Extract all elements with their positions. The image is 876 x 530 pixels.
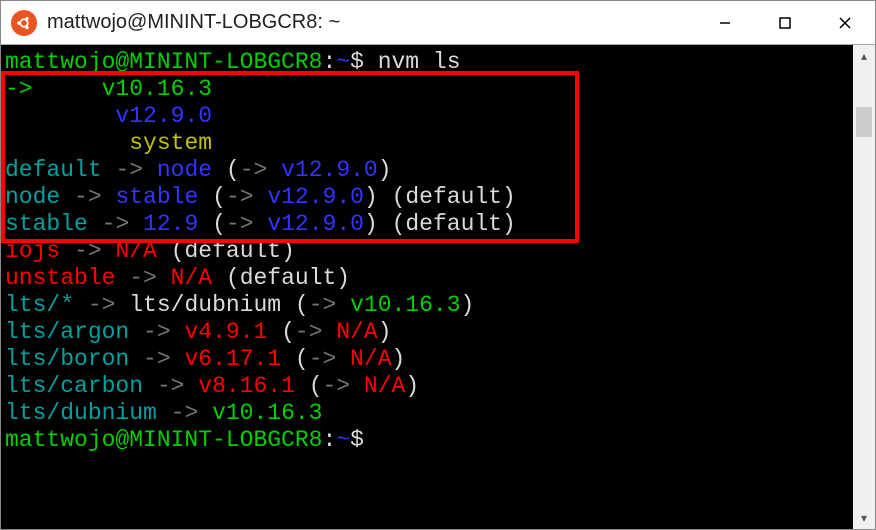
paren: (: [281, 292, 309, 318]
arrow: ->: [129, 319, 184, 345]
minimize-button[interactable]: [695, 1, 755, 44]
version-8: v8.16.1: [198, 373, 295, 399]
arrow: ->: [143, 373, 198, 399]
paren-close: ): [378, 319, 392, 345]
default-txt: (default): [157, 238, 295, 264]
arrow: ->: [115, 265, 170, 291]
maximize-button[interactable]: [755, 1, 815, 44]
lts-star: lts/*: [5, 292, 74, 318]
arrow: ->: [60, 238, 115, 264]
paren-close: ): [461, 292, 475, 318]
arrow: ->: [74, 292, 129, 318]
window-title: mattwojo@MININT-LOBGCR8: ~: [47, 11, 695, 34]
paren: (: [281, 346, 309, 372]
lts-carbon: lts/carbon: [5, 373, 143, 399]
lts-boron: lts/boron: [5, 346, 129, 372]
na-value: N/A: [171, 265, 212, 291]
scroll-track[interactable]: [853, 67, 875, 507]
paren: (: [212, 157, 240, 183]
ubuntu-icon: [11, 10, 37, 36]
paren-close: ): [364, 184, 378, 210]
version-6: v6.17.1: [184, 346, 281, 372]
scroll-up-icon[interactable]: ▴: [853, 45, 875, 67]
version-12: v12.9.0: [5, 103, 212, 129]
terminal-window: mattwojo@MININT-LOBGCR8: ~ mattwojo@MINI…: [0, 0, 876, 530]
resolved-version: v12.9.0: [254, 211, 364, 237]
arrow: ->: [157, 400, 212, 426]
prompt-path-2: ~: [336, 427, 350, 453]
lts-dubnium: lts/dubnium: [5, 400, 157, 426]
version-10: v10.16.3: [33, 76, 212, 102]
default-txt: (default): [378, 211, 516, 237]
arrow-in: ->: [309, 292, 337, 318]
arrow: ->: [102, 157, 157, 183]
paren: (: [198, 184, 226, 210]
terminal-body: mattwojo@MININT-LOBGCR8:~$ nvm ls -> v10…: [1, 45, 875, 529]
version-10: v10.16.3: [212, 400, 322, 426]
default-txt: (default): [212, 265, 350, 291]
prompt-colon-2: :: [322, 427, 336, 453]
window-controls: [695, 1, 875, 44]
arrow-in: ->: [240, 157, 268, 183]
alias-unstable: unstable: [5, 265, 115, 291]
version-4: v4.9.1: [184, 319, 267, 345]
alias-node: node: [5, 184, 60, 210]
prompt-colon: :: [322, 49, 336, 75]
paren: (: [198, 211, 226, 237]
titlebar: mattwojo@MININT-LOBGCR8: ~: [1, 1, 875, 45]
arrow-in: ->: [226, 184, 254, 210]
paren-close: ): [392, 346, 406, 372]
arrow: ->: [60, 184, 115, 210]
current-arrow: ->: [5, 76, 33, 102]
scroll-thumb[interactable]: [856, 107, 872, 137]
paren-close: ): [378, 157, 392, 183]
default-txt: (default): [378, 184, 516, 210]
alias-target: node: [157, 157, 212, 183]
command-text: nvm ls: [364, 49, 461, 75]
paren-close: ): [405, 373, 419, 399]
prompt-user-host-2: mattwojo@MININT-LOBGCR8: [5, 427, 322, 453]
scrollbar[interactable]: ▴ ▾: [853, 45, 875, 529]
prompt-dollar-2: $: [350, 427, 364, 453]
arrow-in: ->: [309, 346, 337, 372]
alias-target: 12.9: [143, 211, 198, 237]
prompt-user-host: mattwojo@MININT-LOBGCR8: [5, 49, 322, 75]
na-value: N/A: [350, 373, 405, 399]
arrow-in: ->: [295, 319, 323, 345]
terminal-output[interactable]: mattwojo@MININT-LOBGCR8:~$ nvm ls -> v10…: [1, 45, 853, 529]
na-value: N/A: [336, 346, 391, 372]
paren: (: [267, 319, 295, 345]
paren-close: ): [364, 211, 378, 237]
prompt-dollar: $: [350, 49, 364, 75]
alias-iojs: iojs: [5, 238, 60, 264]
lts-argon: lts/argon: [5, 319, 129, 345]
resolved-version: v10.16.3: [336, 292, 460, 318]
arrow: ->: [88, 211, 143, 237]
scroll-down-icon[interactable]: ▾: [853, 507, 875, 529]
system-label: system: [5, 130, 212, 156]
alias-default: default: [5, 157, 102, 183]
resolved-version: v12.9.0: [254, 184, 364, 210]
prompt-path: ~: [336, 49, 350, 75]
resolved-version: v12.9.0: [267, 157, 377, 183]
alias-stable: stable: [5, 211, 88, 237]
arrow: ->: [129, 346, 184, 372]
paren: (: [295, 373, 323, 399]
arrow-in: ->: [226, 211, 254, 237]
na-value: N/A: [115, 238, 156, 264]
na-value: N/A: [323, 319, 378, 345]
alias-target: stable: [115, 184, 198, 210]
lts-dubnium-label: lts/dubnium: [129, 292, 281, 318]
arrow-in: ->: [323, 373, 351, 399]
close-button[interactable]: [815, 1, 875, 44]
